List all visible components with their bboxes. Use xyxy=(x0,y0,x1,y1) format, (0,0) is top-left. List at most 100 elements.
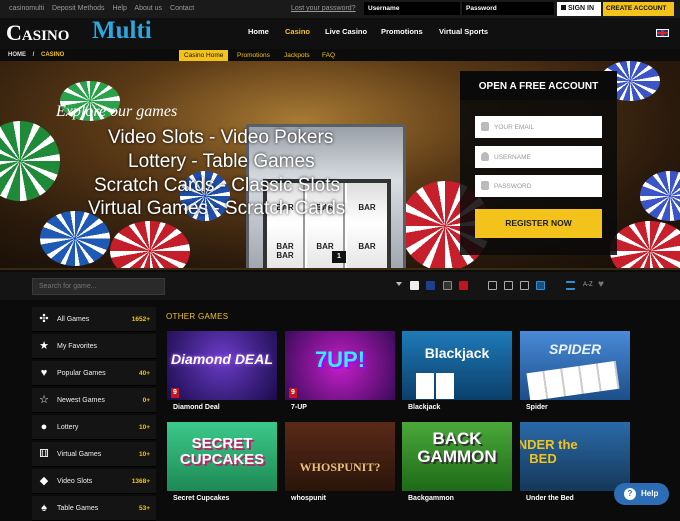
breadcrumb: HOME / CASINO xyxy=(8,52,64,58)
game-thumbnail-title: SPIDER xyxy=(548,341,602,357)
game-thumbnail-title: WHOSPUNIT? xyxy=(299,460,381,474)
slot-symbol: BAR xyxy=(316,242,334,251)
slot-symbol: BAR xyxy=(358,203,376,212)
signup-password-input[interactable]: PASSWORD xyxy=(475,175,602,197)
sidebar-item-video-slots[interactable]: ◆ Video Slots 1368+ xyxy=(32,469,156,494)
nav-casino[interactable]: Casino xyxy=(285,27,310,36)
provider-logo-icon[interactable] xyxy=(443,281,452,290)
signup-password-placeholder: PASSWORD xyxy=(494,183,532,190)
help-question-icon: ? xyxy=(624,488,636,500)
subnav-promotions[interactable]: Promotions xyxy=(237,52,270,59)
sidebar-item-count: 0+ xyxy=(142,397,150,404)
game-thumbnail: 7UP! 9 xyxy=(285,331,395,400)
password-field[interactable]: Password xyxy=(462,2,554,15)
provider-logo-icon[interactable] xyxy=(410,281,419,290)
sidebar-item-popular-games[interactable]: ♥ Popular Games 40+ xyxy=(32,361,156,386)
link-help[interactable]: Help xyxy=(112,5,126,12)
heart-icon: ♥ xyxy=(40,367,48,379)
utility-links: casinomulti Deposit Methods Help About u… xyxy=(9,5,200,12)
large-view-icon[interactable] xyxy=(536,281,545,290)
sidebar-item-count: 10+ xyxy=(138,424,150,431)
breadcrumb-current: CASINO xyxy=(41,52,65,58)
sidebar-item-my-favorites[interactable]: ★ My Favorites xyxy=(32,334,156,359)
sign-in-button[interactable]: SIGN IN xyxy=(557,2,601,16)
game-name: 7-UP xyxy=(291,404,307,411)
game-name: Diamond Deal xyxy=(173,404,220,411)
casino-chip-image xyxy=(110,221,190,268)
uk-flag-icon[interactable] xyxy=(656,29,669,37)
sidebar-item-label: Lottery xyxy=(57,424,79,431)
grid-view-icon[interactable] xyxy=(488,281,497,290)
game-search-input[interactable]: Search for game... xyxy=(32,278,165,295)
top-utility-bar: casinomulti Deposit Methods Help About u… xyxy=(0,0,680,18)
lost-password-link[interactable]: Lost your password? xyxy=(291,5,356,12)
signup-title: OPEN A FREE ACCOUNT xyxy=(460,71,617,100)
chevron-down-icon[interactable] xyxy=(396,282,402,286)
sidebar-item-newest-games[interactable]: ☆ Newest Games 0+ xyxy=(32,388,156,413)
provider-logo-icon[interactable] xyxy=(426,281,435,290)
register-now-button[interactable]: REGISTER NOW xyxy=(475,209,602,238)
tile-view-icon[interactable] xyxy=(520,281,529,290)
game-thumbnail: WHOSPUNIT? xyxy=(285,422,395,491)
nav-virtual-sports[interactable]: Virtual Sports xyxy=(439,27,488,36)
link-deposit-methods[interactable]: Deposit Methods xyxy=(52,5,105,12)
logo-text-multi: Multi xyxy=(92,17,152,44)
sidebar-item-all-games[interactable]: ✣ All Games 1652+ xyxy=(32,307,156,332)
game-thumbnail: BACK GAMMON xyxy=(402,422,512,491)
subnav-casino-home[interactable]: Casino Home xyxy=(179,50,229,61)
sidebar-item-count: 1368+ xyxy=(131,478,150,485)
game-name: Backgammon xyxy=(408,495,454,502)
sign-in-label: SIGN IN xyxy=(568,5,595,12)
game-name: Spider xyxy=(526,404,548,411)
link-casinomulti[interactable]: casinomulti xyxy=(9,5,44,12)
favorite-heart-icon[interactable]: ♥ xyxy=(598,279,604,290)
sidebar-item-label: Virtual Games xyxy=(57,451,102,458)
slot-reel: BAR BAR xyxy=(347,183,387,268)
subnav-jackpots[interactable]: Jackpots xyxy=(284,52,310,59)
explore-heading: Explore our games xyxy=(56,103,178,120)
hero-line-1: Video Slots - Video Pokers xyxy=(108,127,334,148)
lottery-ball-icon: ● xyxy=(40,421,48,433)
game-thumbnail-title: Diamond DEAL xyxy=(171,351,273,367)
sidebar-item-label: Video Slots xyxy=(57,478,93,485)
link-contact[interactable]: Contact xyxy=(170,5,194,12)
star-outline-icon: ☆ xyxy=(39,394,49,406)
provider-badge: 9 xyxy=(289,388,297,398)
username-field[interactable]: Username xyxy=(364,2,460,15)
sort-az-icon[interactable]: A-Z xyxy=(583,282,593,288)
gamepad-icon: ✣ xyxy=(39,313,49,325)
playing-card-image xyxy=(526,360,620,400)
sidebar-item-label: Newest Games xyxy=(57,397,105,404)
breadcrumb-separator: / xyxy=(32,52,35,58)
sidebar-item-table-games[interactable]: ♠ Table Games 53+ xyxy=(32,496,156,521)
game-thumbnail: SECRET CUPCAKES xyxy=(167,422,277,491)
password-field-label: Password xyxy=(466,5,497,12)
nav-home[interactable]: Home xyxy=(248,27,269,36)
sidebar-item-lottery[interactable]: ● Lottery 10+ xyxy=(32,415,156,440)
slot-symbol: BAR BAR xyxy=(276,242,294,260)
nav-promotions[interactable]: Promotions xyxy=(381,27,423,36)
subnav-faq[interactable]: FAQ xyxy=(322,52,335,59)
signup-username-input[interactable]: USERNAME xyxy=(475,146,602,168)
sort-list-icon[interactable] xyxy=(566,281,575,290)
hero-line-3: Scratch Cards - Classic Slots xyxy=(94,175,341,196)
nav-live-casino[interactable]: Live Casino xyxy=(325,27,367,36)
game-thumbnail-title: 7UP! xyxy=(314,347,366,372)
list-view-icon[interactable] xyxy=(504,281,513,290)
sidebar-item-virtual-games[interactable]: ⚅ Virtual Games 10+ xyxy=(32,442,156,467)
game-thumbnail: SPIDER xyxy=(520,331,630,400)
slider-page-indicator[interactable]: 1 xyxy=(332,251,346,263)
signup-email-input[interactable]: YOUR EMAIL xyxy=(475,116,602,138)
help-button[interactable]: ? Help xyxy=(614,483,669,505)
slot-symbol: BAR xyxy=(358,242,376,251)
game-thumbnail: Blackjack xyxy=(402,331,512,400)
breadcrumb-home[interactable]: HOME xyxy=(8,52,26,58)
playing-card-image xyxy=(416,373,434,399)
create-account-button[interactable]: CREATE ACCOUNT xyxy=(603,2,674,16)
sidebar-item-count: 10+ xyxy=(138,451,150,458)
casino-chip-image xyxy=(0,121,60,201)
link-about-us[interactable]: About us xyxy=(134,5,162,12)
provider-logo-icon[interactable] xyxy=(459,281,468,290)
casino-chip-image xyxy=(640,171,680,221)
game-thumbnail-title: BACK GAMMON xyxy=(417,429,497,466)
